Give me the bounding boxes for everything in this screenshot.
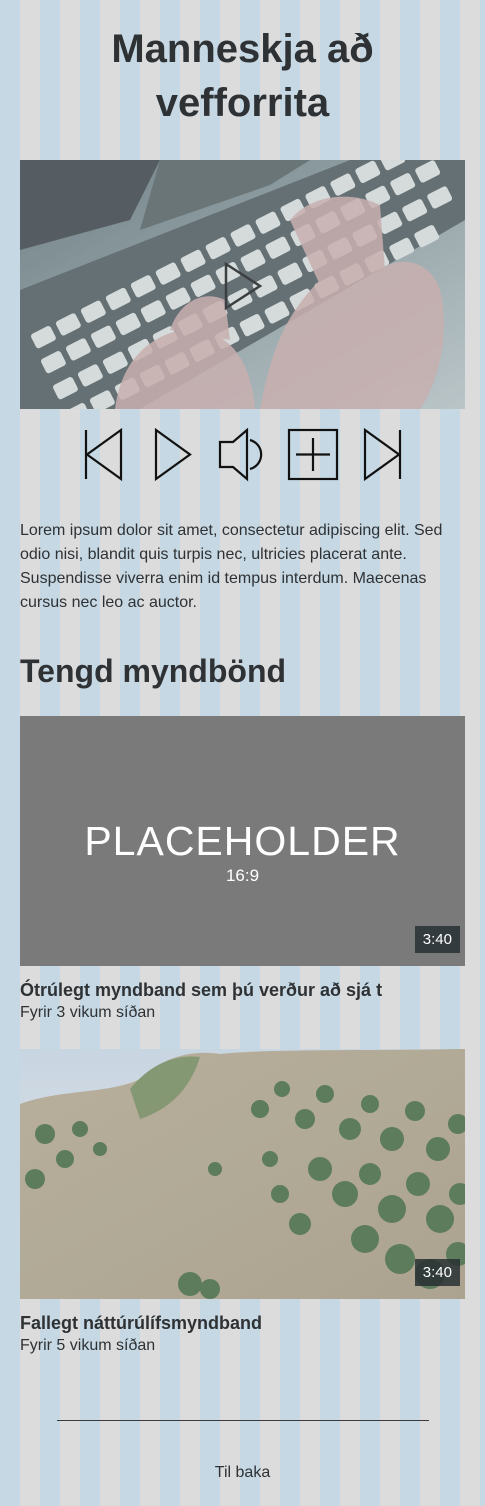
- duration-badge: 3:40: [414, 1259, 460, 1286]
- video-thumbnail[interactable]: 3:40: [20, 1049, 465, 1299]
- placeholder-image: PLACEHOLDER 16:9: [20, 716, 465, 966]
- play-button[interactable]: [147, 428, 199, 482]
- player-controls: [0, 428, 485, 482]
- fullscreen-button[interactable]: [287, 428, 339, 482]
- footer-divider: [57, 1420, 429, 1421]
- video-age: Fyrir 3 vikum síðan: [20, 1004, 156, 1021]
- fullscreen-icon: [287, 428, 339, 481]
- skip-forward-icon: [363, 428, 402, 482]
- related-heading: Tengd myndbönd: [20, 653, 287, 689]
- play-icon: [154, 428, 192, 482]
- skip-back-button[interactable]: [77, 428, 129, 482]
- placeholder-ratio: 16:9: [226, 866, 259, 885]
- related-video-card[interactable]: PLACEHOLDER 16:9 3:40 Ótrúlegt myndband …: [20, 716, 465, 1024]
- back-link[interactable]: Til baka: [0, 1463, 485, 1483]
- video-age: Fyrir 5 vikum síðan: [20, 1337, 156, 1354]
- speaker-icon: [218, 428, 263, 482]
- skip-back-icon: [84, 428, 123, 482]
- keyboard-hands-image: [20, 160, 465, 409]
- page: Manneskja að vefforrita Lorem ipsum dolo…: [0, 0, 485, 1506]
- video-description: Lorem ipsum dolor sit amet, consectetur …: [20, 522, 443, 611]
- placeholder-text: PLACEHOLDER: [84, 818, 400, 864]
- nature-landscape-image: [20, 1049, 465, 1299]
- related-video-card[interactable]: 3:40 Fallegt náttúrúlífsmyndband Fyrir 5…: [20, 1049, 465, 1357]
- skip-forward-button[interactable]: [357, 428, 409, 482]
- duration-badge: 3:40: [414, 926, 460, 953]
- volume-button[interactable]: [217, 428, 269, 482]
- video-thumbnail[interactable]: PLACEHOLDER 16:9 3:40: [20, 716, 465, 966]
- video-player[interactable]: [20, 160, 465, 409]
- page-title: Manneskja að vefforrita: [111, 27, 374, 125]
- video-title[interactable]: Fallegt náttúrúlífsmyndband: [20, 1311, 465, 1335]
- video-title[interactable]: Ótrúlegt myndband sem þú verður að sjá t: [20, 978, 465, 1002]
